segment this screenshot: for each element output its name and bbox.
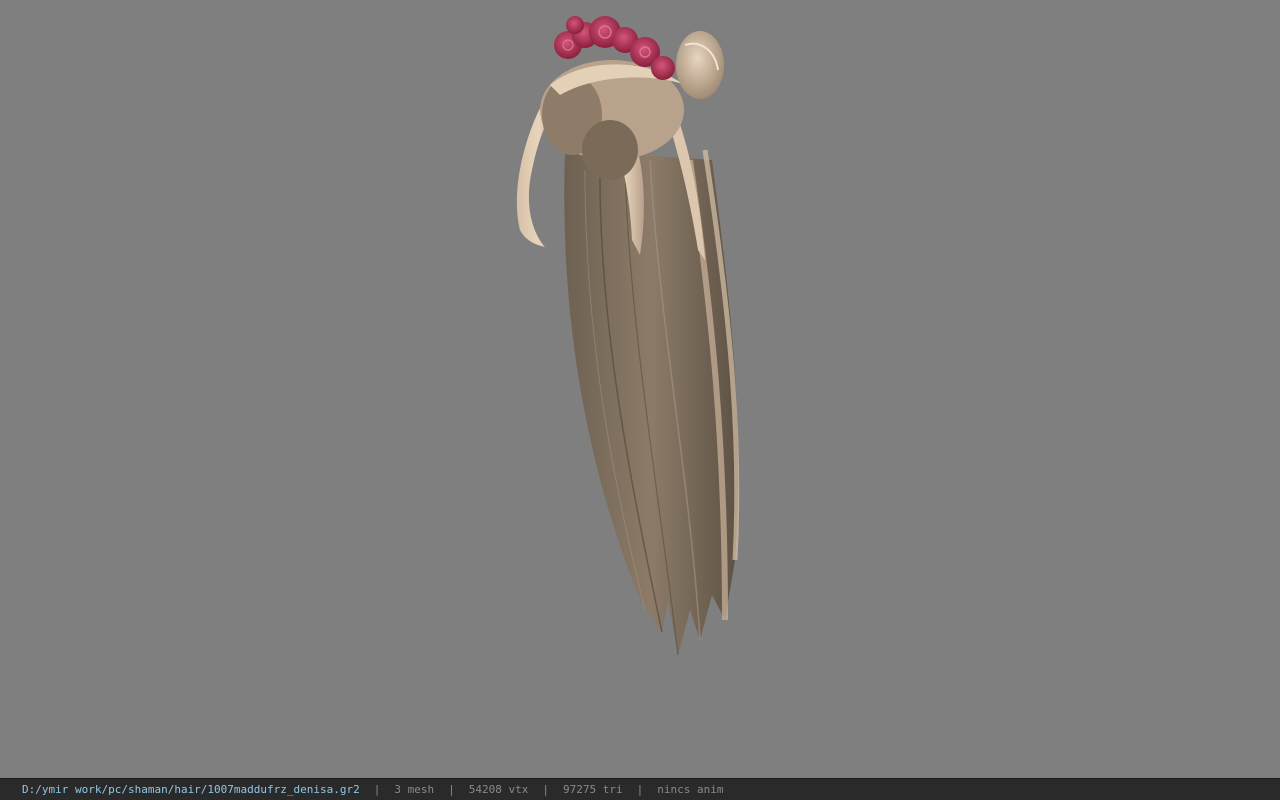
mesh-count: 3 mesh [394,783,435,796]
separator: | [542,783,549,796]
triangle-count: 97275 tri [563,783,623,796]
3d-viewport[interactable] [0,0,1280,778]
separator: | [448,783,455,796]
status-bar: D:/ymir work/pc/shaman/hair/1007maddufrz… [0,778,1280,800]
hair-back-mass [564,149,740,656]
anim-status: nincs anim [657,783,724,796]
vertex-count: 54208 vtx [468,783,529,796]
separator: | [373,783,381,796]
hair-model [516,16,740,656]
separator: | [636,783,644,796]
file-path: D:/ymir work/pc/shaman/hair/1007maddufrz… [22,783,360,796]
